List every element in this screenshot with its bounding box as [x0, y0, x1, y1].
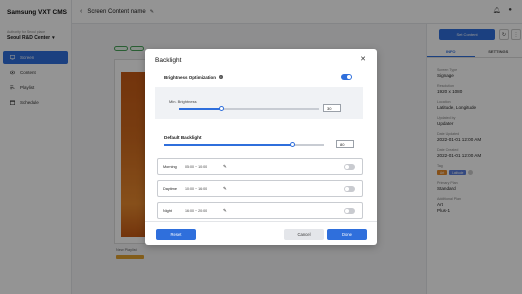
schedule-row-morning: Morning 05:00 ~ 10:00 ✎ — [157, 158, 363, 175]
schedule-row-daytime: Daytime 10:00 ~ 16:00 ✎ — [157, 180, 363, 197]
toggle-knob — [345, 187, 349, 191]
schedule-name: Night — [163, 208, 172, 213]
brightness-optimization-toggle[interactable] — [341, 74, 352, 80]
edit-pencil-icon[interactable]: ✎ — [223, 186, 227, 192]
default-backlight-input[interactable]: 80 — [336, 140, 354, 148]
default-backlight-slider-fill — [164, 144, 292, 146]
min-brightness-input[interactable]: 30 — [323, 104, 341, 112]
schedule-row-night: Night 16:00 ~ 20:00 ✎ — [157, 202, 363, 219]
dialog-header: Backlight ✕ — [145, 49, 377, 71]
default-backlight-slider-handle[interactable] — [289, 142, 295, 147]
edit-pencil-icon[interactable]: ✎ — [223, 164, 227, 170]
dialog-title: Backlight — [155, 56, 182, 64]
schedule-toggle[interactable] — [344, 208, 355, 214]
schedule-name: Morning — [163, 164, 177, 169]
cancel-button[interactable]: Cancel — [284, 229, 324, 240]
toggle-knob — [347, 75, 351, 79]
dialog-footer: Reset Cancel Done — [145, 221, 377, 245]
schedule-toggle[interactable] — [344, 164, 355, 170]
info-icon[interactable]: i — [219, 75, 224, 79]
schedule-time: 16:00 ~ 20:00 — [185, 208, 208, 213]
toggle-knob — [345, 165, 349, 169]
schedule-time: 05:00 ~ 10:00 — [185, 164, 208, 169]
min-brightness-slider-handle[interactable] — [218, 106, 224, 111]
min-brightness-label: Min. Brightness — [169, 99, 197, 104]
edit-pencil-icon[interactable]: ✎ — [223, 208, 227, 214]
dialog-body: Brightness Optimization i Min. Brightnes… — [145, 71, 377, 221]
done-button[interactable]: Done — [327, 229, 367, 240]
default-backlight-label: Default Backlight — [164, 135, 202, 140]
min-brightness-slider-fill — [179, 108, 221, 110]
reset-button[interactable]: Reset — [156, 229, 196, 240]
close-icon[interactable]: ✕ — [360, 55, 366, 63]
schedule-name: Daytime — [163, 186, 177, 191]
toggle-knob — [345, 209, 349, 213]
schedule-time: 10:00 ~ 16:00 — [185, 186, 208, 191]
brightness-optimization-row: Brightness Optimization i — [145, 71, 377, 83]
brightness-optimization-label: Brightness Optimization — [164, 74, 217, 80]
schedule-toggle[interactable] — [344, 186, 355, 192]
backlight-dialog: Backlight ✕ Brightness Optimization i Mi… — [145, 49, 377, 245]
